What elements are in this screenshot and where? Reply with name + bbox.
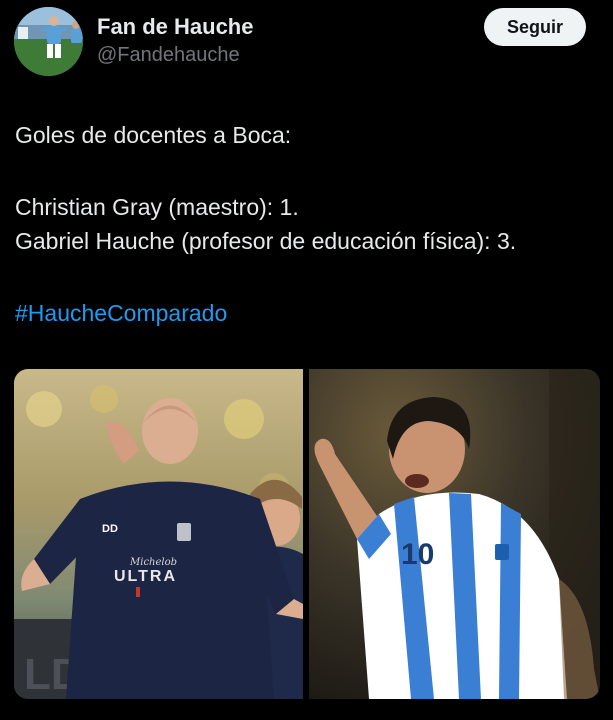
author-avatar[interactable] [14,7,83,76]
tweet-line: Goles de docentes a Boca: [15,122,292,148]
media-photo-left[interactable]: LD DD Michelob ULTRA [14,369,303,699]
tweet-text: Goles de docentes a Boca: Christian Gray… [15,118,605,330]
shirt-number: 10 [401,538,434,571]
author-handle[interactable]: @Fandehauche [97,44,240,67]
author-display-name[interactable]: Fan de Hauche [97,14,253,40]
jersey-sponsor-text: ULTRA [114,568,177,585]
tweet-header: Fan de Hauche @Fandehauche Seguir [0,0,613,90]
tweet-line: Christian Gray (maestro): 1. [15,194,299,220]
tweet-line: Gabriel Hauche (profesor de educación fí… [15,228,517,254]
follow-button[interactable]: Seguir [484,8,586,46]
hashtag-link[interactable]: #HaucheComparado [15,296,605,330]
jersey-sponsor-script: Michelob [129,557,177,568]
tweet-media[interactable]: LD DD Michelob ULTRA 10 [14,369,600,699]
svg-text:DD: DD [102,523,118,535]
media-photo-right[interactable]: 10 [309,369,600,699]
